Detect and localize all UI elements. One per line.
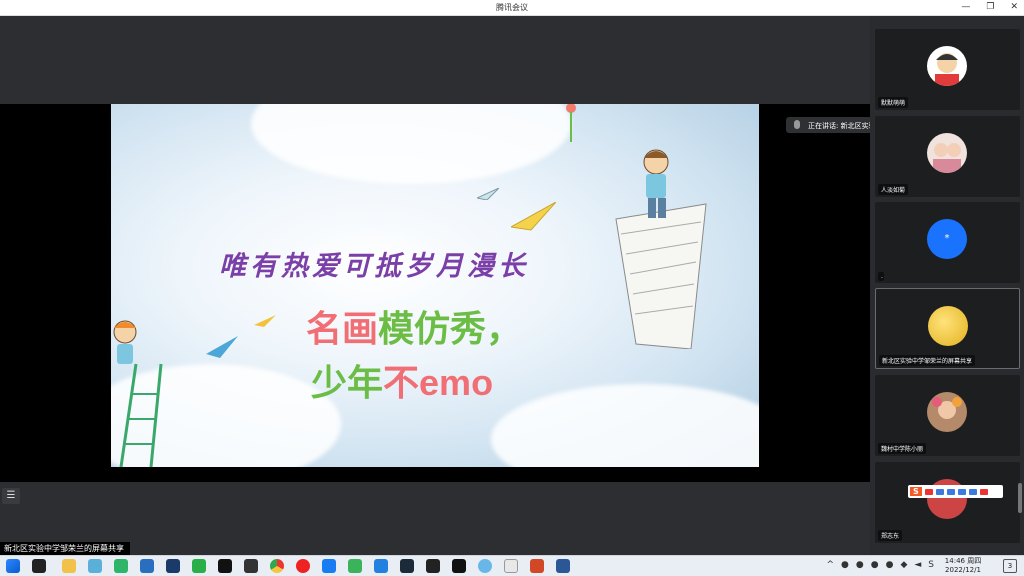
app-tray-icon[interactable]: ● — [871, 560, 879, 570]
taskbar-clock[interactable]: 14:46 周四 2022/12/1 — [935, 557, 991, 575]
paper-plane-icon — [511, 202, 556, 231]
tencent-meeting-icon[interactable] — [322, 559, 336, 573]
qq-icon[interactable] — [218, 559, 232, 573]
paper-plane-icon — [477, 188, 499, 200]
avatar — [927, 46, 967, 86]
participant-tile[interactable]: 默默萌萌 — [875, 29, 1020, 110]
participant-tile[interactable]: 魏村中学陈小丽 — [875, 375, 1020, 456]
avatar — [927, 133, 967, 173]
network-icon[interactable]: ◆ — [900, 560, 907, 570]
app-tray-icon[interactable]: ● — [856, 560, 864, 570]
ladder-boy-illustration — [113, 320, 163, 467]
app-icon[interactable] — [348, 559, 362, 573]
participant-name: 郑志东 — [878, 530, 903, 541]
app-tray-icon[interactable]: ● — [886, 560, 894, 570]
capcut-icon[interactable] — [452, 559, 466, 573]
paper-plane-icon — [254, 315, 276, 327]
screen-share-label: 新北区实验中学邹荣兰的屏幕共享 — [0, 542, 130, 555]
app-icon[interactable] — [504, 559, 518, 573]
shared-screen-slide: 唯有热爱可抵岁月漫长 名画模仿秀， 少年不emo — [111, 104, 759, 467]
word-icon[interactable] — [556, 559, 570, 573]
close-button[interactable]: ✕ — [1010, 2, 1018, 12]
app-icon[interactable] — [166, 559, 180, 573]
avatar: * — [927, 219, 967, 259]
ime-toolbar[interactable]: S — [908, 485, 1003, 498]
app-icon[interactable] — [114, 559, 128, 573]
participant-name: . — [878, 272, 884, 281]
netease-music-icon[interactable] — [296, 559, 310, 573]
avatar — [927, 392, 967, 432]
speaker-icon[interactable]: ◄ — [914, 560, 921, 570]
window-title: 腾讯会议 — [496, 3, 528, 12]
ime-icon[interactable]: S — [928, 560, 934, 570]
title-bar: 腾讯会议 — ❐ ✕ — [0, 0, 1024, 16]
maximize-button[interactable]: ❐ — [986, 2, 994, 12]
app-icon[interactable] — [400, 559, 414, 573]
list-menu-button[interactable]: ☰ — [2, 488, 20, 504]
participant-name: 魏村中学陈小丽 — [878, 443, 927, 454]
participant-name: 人淡如菊 — [878, 184, 909, 195]
app-icon[interactable] — [426, 559, 440, 573]
app-icon[interactable] — [374, 559, 388, 573]
panel-scrollbar[interactable] — [1018, 483, 1022, 513]
participant-tile[interactable]: * . — [875, 202, 1020, 283]
app-icon[interactable] — [478, 559, 492, 573]
minimize-button[interactable]: — — [961, 2, 970, 12]
slide-title-line1: 名画模仿秀， — [306, 309, 523, 350]
participant-name: 默默萌萌 — [878, 97, 909, 108]
participant-name: 新北区实验中学邹荣兰的屏幕共享 — [879, 355, 976, 366]
microphone-icon[interactable]: ● — [841, 560, 849, 570]
folder-icon[interactable] — [62, 559, 76, 573]
powerpoint-icon[interactable] — [530, 559, 544, 573]
app-icon[interactable] — [244, 559, 258, 573]
app-icon[interactable] — [32, 559, 46, 573]
wechat-icon[interactable] — [192, 559, 206, 573]
chrome-icon[interactable] — [270, 559, 284, 573]
flower-icon — [566, 104, 576, 142]
slide-title-line2: 少年不emo — [311, 362, 494, 404]
slide-slogan: 唯有热爱可抵岁月漫长 — [219, 251, 529, 282]
participant-panel: 默默萌萌 人淡如菊 * . 新北区实验中学邹荣兰的屏幕共享 魏村中学陈小丽 S — [870, 16, 1024, 555]
participant-tile[interactable]: 人淡如菊 — [875, 116, 1020, 197]
paper-plane-icon — [206, 336, 238, 358]
participant-tile[interactable]: S 郑志东 — [875, 462, 1020, 543]
app-icon[interactable] — [88, 559, 102, 573]
notification-center-icon[interactable]: 3 — [1003, 559, 1017, 573]
system-tray: ^ ● ● ● ● ◆ ◄ S — [826, 560, 934, 570]
windows-taskbar: ^ ● ● ● ● ◆ ◄ S 14:46 周四 2022/12/1 3 — [0, 555, 1024, 576]
chevron-up-icon[interactable]: ^ — [826, 560, 834, 570]
avatar — [928, 306, 968, 346]
app-icon[interactable] — [140, 559, 154, 573]
windows-start-icon[interactable] — [6, 559, 20, 573]
paper-stack-illustration — [615, 149, 707, 349]
participant-tile[interactable]: 新北区实验中学邹荣兰的屏幕共享 — [875, 288, 1020, 369]
microphone-icon — [794, 120, 800, 129]
